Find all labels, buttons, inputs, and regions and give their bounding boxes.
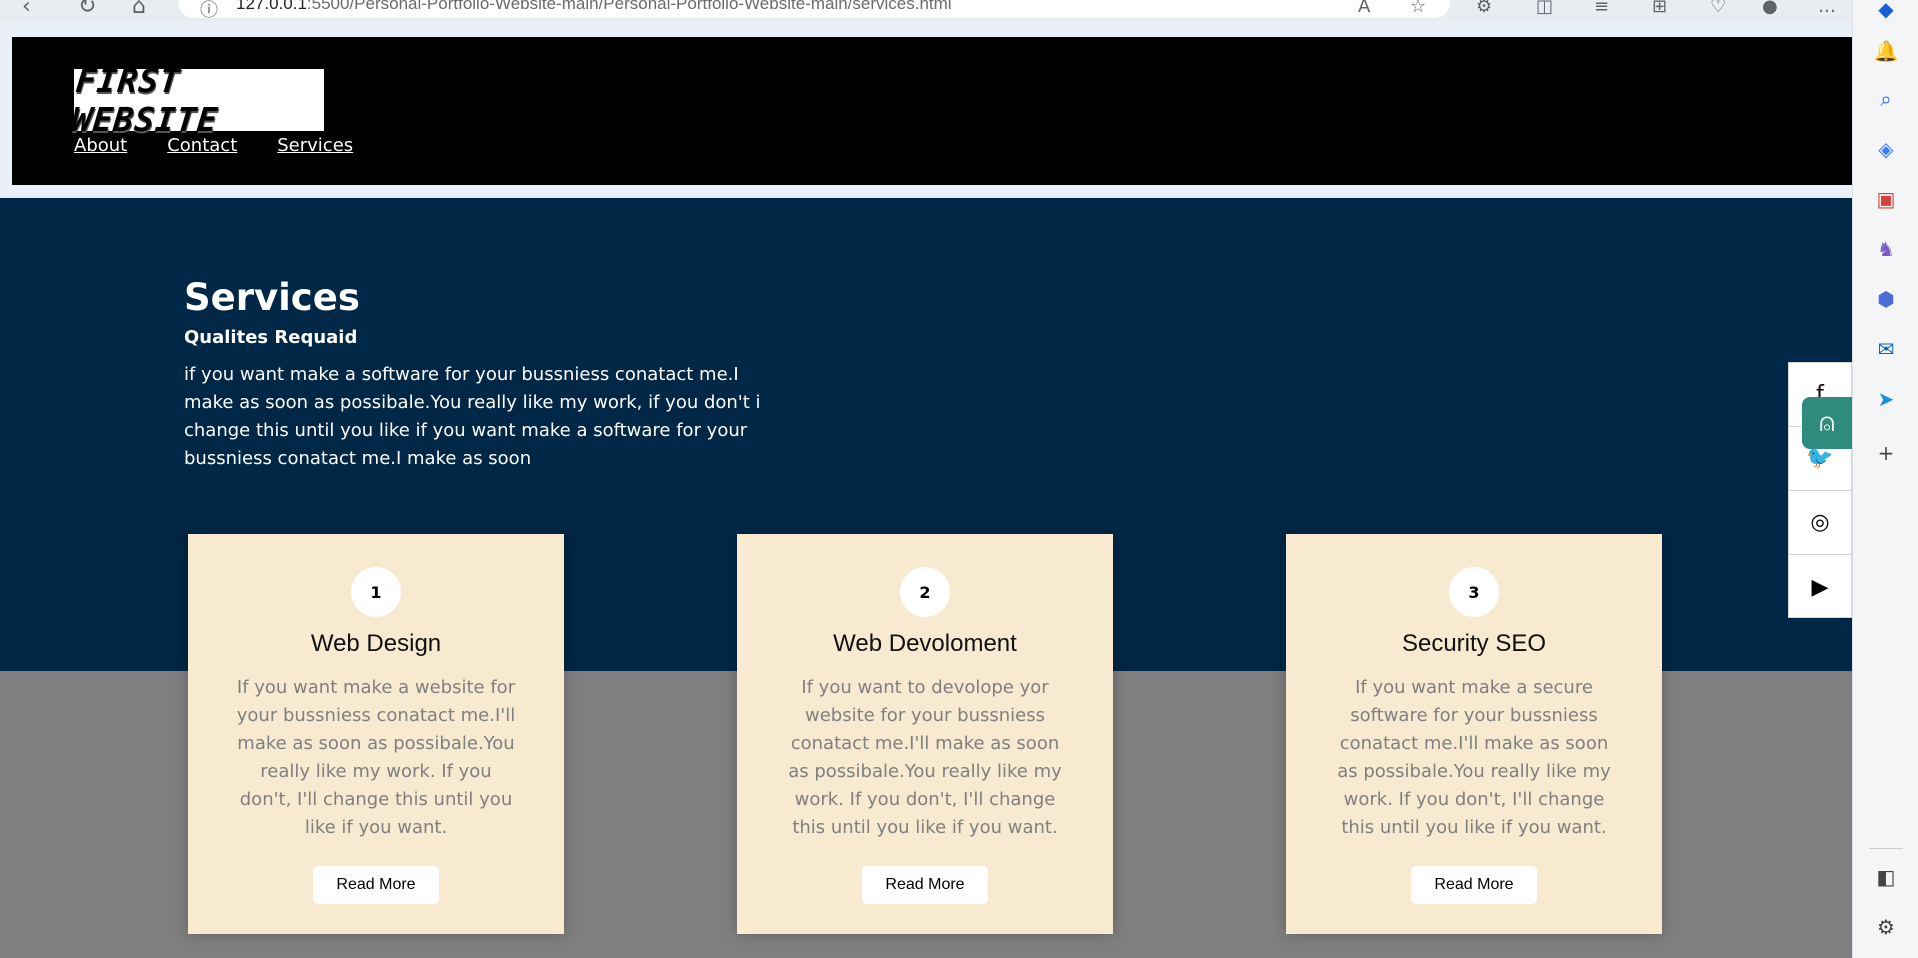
extensions-icon[interactable]: ⚙ (1476, 0, 1492, 17)
url-host: 127.0.0.1 (236, 0, 307, 13)
split-screen-icon[interactable]: ◫ (1536, 0, 1553, 17)
accessibility-widget-button[interactable]: ⍝ (1802, 397, 1852, 449)
service-card: 3 Security SEO If you want make a secure… (1286, 534, 1662, 934)
telegram-icon[interactable]: ➤ (1873, 386, 1899, 412)
more-menu-icon[interactable]: … (1818, 0, 1836, 17)
nav-link-services[interactable]: Services (277, 135, 353, 156)
card-text: If you want make a secure software for y… (1337, 677, 1611, 838)
page-subtitle: Qualites Requaid (184, 327, 358, 348)
settings-gear-icon[interactable]: ⚙ (1873, 914, 1899, 940)
read-more-button[interactable]: Read More (1411, 866, 1537, 904)
read-aloud-icon[interactable]: A (1358, 0, 1370, 17)
collections-icon[interactable]: ⊞ (1652, 0, 1667, 17)
services-description: if you want make a software for your bus… (184, 364, 761, 469)
card-text: If you want to devolope yor website for … (788, 677, 1062, 838)
browser-sidebar: ◆ 🔔 ⌕ ◈ ▣ ♞ ⬢ ✉ ➤ + ◧ ⚙ (1852, 0, 1918, 958)
sidebar-toggle-icon[interactable]: ◧ (1873, 864, 1899, 890)
refresh-icon[interactable]: ↻ (78, 0, 96, 19)
url-text[interactable]: 127.0.0.1:5500/Personal-Portfolio-Websit… (236, 0, 952, 14)
nav-link-about[interactable]: About (74, 135, 127, 156)
card-title: Web Design (310, 630, 442, 657)
site-header: FIRST WEBSITE About Contact Services (12, 37, 1852, 185)
read-more-button[interactable]: Read More (862, 866, 988, 904)
url-path: :5500/Personal-Portfolio-Website-main/Pe… (306, 0, 952, 13)
instagram-icon[interactable]: ◎ (1789, 491, 1851, 555)
add-icon[interactable]: + (1873, 440, 1899, 466)
card-text: If you want make a website for your buss… (236, 677, 516, 838)
card-title: Web Devoloment (833, 630, 1017, 657)
site-info-icon[interactable]: ⓘ (200, 0, 218, 22)
copilot-icon[interactable]: ◆ (1873, 0, 1899, 22)
microsoft365-icon[interactable]: ⬢ (1873, 286, 1899, 312)
youtube-icon[interactable]: ▶ (1789, 555, 1851, 619)
back-icon[interactable]: ‹ (22, 0, 31, 19)
tools-briefcase-icon[interactable]: ▣ (1873, 186, 1899, 212)
card-title: Security SEO (1401, 630, 1547, 657)
games-icon[interactable]: ♞ (1873, 236, 1899, 262)
web-page: FIRST WEBSITE About Contact Services Ser… (0, 22, 1852, 958)
card-number-badge: 2 (900, 567, 950, 617)
service-card: 2 Web Devoloment If you want to devolope… (737, 534, 1113, 934)
favorite-star-icon[interactable]: ☆ (1410, 0, 1426, 17)
card-number-badge: 3 (1449, 567, 1499, 617)
card-number-badge: 1 (351, 567, 401, 617)
main-nav: About Contact Services (74, 135, 353, 156)
browser-toolbar: ‹ ↻ ⌂ ⓘ 127.0.0.1:5500/Personal-Portfoli… (0, 0, 1852, 22)
nav-link-contact[interactable]: Contact (167, 135, 237, 156)
search-icon[interactable]: ⌕ (1873, 86, 1899, 112)
favorites-icon[interactable]: ≡ (1594, 0, 1609, 17)
home-icon[interactable]: ⌂ (132, 0, 146, 19)
read-more-button[interactable]: Read More (313, 866, 439, 904)
outlook-icon[interactable]: ✉ (1873, 336, 1899, 362)
page-title: Services (184, 276, 360, 319)
logo-text: FIRST WEBSITE (69, 61, 221, 139)
site-logo[interactable]: FIRST WEBSITE (70, 61, 324, 139)
notification-bell-icon[interactable]: 🔔 (1873, 38, 1899, 64)
service-card: 1 Web Design If you want make a website … (188, 534, 564, 934)
profile-avatar-icon[interactable]: ● (1762, 0, 1778, 17)
sidebar-divider (1869, 848, 1903, 849)
shopping-tag-icon[interactable]: ◈ (1873, 136, 1899, 162)
heart-icon[interactable]: ♡ (1710, 0, 1726, 17)
